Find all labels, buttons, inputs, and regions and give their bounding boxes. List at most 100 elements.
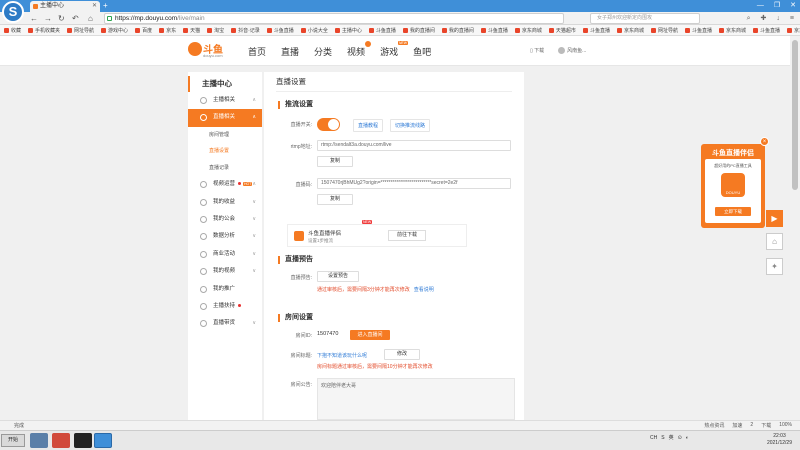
taskbar-app-game-icon[interactable] [52,433,70,448]
tray-icon[interactable]: ◐ [686,435,689,441]
bookmark-item[interactable]: 京东商城 [787,27,800,34]
download-icon[interactable]: ↓ [776,13,780,24]
bookmark-item[interactable]: 京东 [159,27,176,34]
bookmark-item[interactable]: 网址导航 [650,27,678,34]
copy-rtmp-button[interactable]: 复制 [317,156,353,167]
sidebar-item[interactable]: 数据分析 ∨ [188,228,262,245]
sidebar-item[interactable]: 我的视频 ∨ [188,263,262,280]
start-button[interactable]: 开始 [1,434,25,447]
bookmark-item[interactable]: 京东商城 [719,27,746,34]
back-icon[interactable]: ← [30,13,38,24]
home-icon[interactable]: ⌂ [88,13,93,24]
ad-download-button[interactable]: 立即下载 [715,207,751,216]
status-tool[interactable]: 100% [779,422,792,429]
bookmark-item[interactable]: 主播中心 [334,27,362,34]
sidebar-item[interactable]: 商业活动 ∨ [188,246,262,263]
sidebar-item[interactable]: 视频运营 HOT ∧ [188,176,262,193]
sidebar-item[interactable]: 我的公会 ∨ [188,211,262,228]
ad-close-icon[interactable]: × [760,137,769,146]
new-tab-icon[interactable]: + [103,1,108,10]
promo-download-button[interactable]: 前往下载 [388,230,426,241]
close-window-button[interactable]: ✕ [790,0,796,12]
search-input[interactable]: 女子郑州欢迎新定向围攻 [590,13,700,24]
sidebar-item[interactable]: 直播带货 ∨ [188,315,262,332]
bookmark-item[interactable]: 京东商城 [616,27,644,34]
user-menu[interactable]: 风南鱼... [558,47,586,55]
browser-logo-icon[interactable]: S [2,1,24,23]
tray-icon[interactable]: S [661,435,664,441]
stream-code-field[interactable]: 1507470rjBhMUg2?origin=*****************… [317,178,511,189]
bookmark-item[interactable]: 小说大全 [300,27,328,34]
bookmark-item[interactable]: 京东商城 [514,27,542,34]
tray-icon[interactable]: ⊙ [678,435,682,441]
maximize-button[interactable]: ❐ [774,0,780,12]
sidebar-item[interactable]: 主播扶持 [188,298,262,315]
extensions-icon[interactable]: ✚ [761,13,767,24]
download-link[interactable]: ▯ 下载 [530,47,544,54]
status-tool[interactable]: 2 [750,422,753,429]
undo-icon[interactable]: ↶ [72,13,79,24]
bookmark-item[interactable]: 斗鱼直播 [753,27,780,34]
url-input[interactable]: https://mp.douyu.com/live/main [104,13,564,24]
live-switch-toggle[interactable] [317,118,340,131]
nav-live[interactable]: 直播 [281,45,299,58]
forward-icon[interactable]: → [44,13,52,24]
refresh-icon[interactable]: ↻ [58,13,65,24]
sidebar-item[interactable]: 我的推广 [188,281,262,298]
bookmark-item[interactable]: 我的直播间 [441,27,474,34]
gamepad-icon[interactable]: ✦ [766,258,783,275]
tray-icon[interactable]: CH [650,435,657,441]
sidebar-subitem[interactable]: 直播记录 [188,160,262,177]
douyu-logo[interactable]: 斗鱼 douyu.com [188,40,232,60]
bookmark-item[interactable]: 我的直播间 [402,27,435,34]
bookmark-item[interactable]: 斗鱼直播 [266,27,294,34]
browser-tab[interactable]: 主播中心 ✕ [30,1,100,12]
scrollbar-thumb[interactable] [792,40,798,190]
bookmark-item[interactable]: 斗鱼直播 [480,27,508,34]
minimize-button[interactable]: — [757,0,764,12]
nav-yuba[interactable]: 鱼吧 [413,45,431,58]
view-instructions-link[interactable]: 查看说明 [414,287,434,293]
page-scrollbar[interactable] [790,36,800,420]
bookmark-item[interactable]: 斗鱼直播 [368,27,396,34]
copy-code-button[interactable]: 复制 [317,194,353,205]
house-icon[interactable]: ⌂ [766,233,783,250]
bookmark-item[interactable]: 手机收藏夹 [28,27,60,34]
nav-home[interactable]: 首页 [248,45,266,58]
bookmark-item[interactable]: 抖音·记录 [231,27,260,34]
bookmark-item[interactable]: 收藏 [4,27,21,34]
bookmark-item[interactable]: 百度 [135,27,152,34]
room-notice-field[interactable]: 欢迎陪伴老大哥 [317,378,515,420]
sidebar-item[interactable]: 直播相关 ∧ [188,109,262,127]
taskbar-app-browser-icon[interactable] [94,433,112,448]
clock[interactable]: 22:03 2021/12/29 [767,433,792,447]
edit-title-button[interactable]: 修改 [384,349,420,360]
bookmark-item[interactable]: 游戏中心 [101,27,128,34]
bookmark-item[interactable]: 天猫超市 [548,27,576,34]
bookmark-item[interactable]: 淘宝 [207,27,224,34]
tab-close-icon[interactable]: ✕ [92,1,97,12]
bookmark-item[interactable]: 网址导航 [67,27,94,34]
status-tool[interactable]: 加速 [732,422,742,429]
tray-icon[interactable]: 英 [669,434,674,441]
nav-video[interactable]: 视频 [347,41,372,58]
status-tool[interactable]: 下载 [761,422,771,429]
bookmark-item[interactable]: 天猫 [183,27,200,34]
sidebar-item[interactable]: 我的收益 ∨ [188,194,262,211]
sidebar-subitem[interactable]: 直播设置 [188,143,262,160]
live-tutorial-link[interactable]: 直播教程 [353,119,384,132]
nav-category[interactable]: 分类 [314,45,332,58]
enter-room-button[interactable]: 进入直播间 [350,330,390,340]
switch-line-link[interactable]: 切换推流线路 [390,119,431,132]
taskbar-app-avatar-icon[interactable] [30,433,48,448]
play-icon[interactable]: ▶ [766,210,783,227]
taskbar-app-obs-icon[interactable] [74,433,92,448]
bookmark-item[interactable]: 斗鱼直播 [684,27,712,34]
menu-icon[interactable]: ≡ [790,13,794,24]
bookmark-item[interactable]: 斗鱼直播 [582,27,610,34]
sidebar-subitem[interactable]: 房间管理 [188,127,262,144]
search-icon[interactable]: ⌕ [747,13,751,24]
sidebar-item[interactable]: 主播相关 ∧ [188,92,262,109]
rtmp-address-field[interactable]: rtmp://sendalt3a.douyu.com/live [317,140,511,151]
nav-game[interactable]: 游戏 NEW [380,41,409,58]
